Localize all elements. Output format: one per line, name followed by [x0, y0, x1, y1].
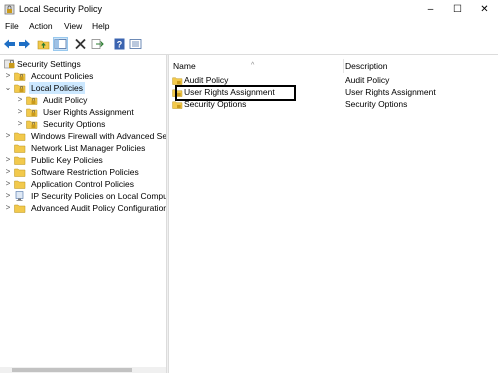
- expand-arrow-icon[interactable]: >: [4, 190, 12, 202]
- help-icon[interactable]: ?: [113, 38, 126, 50]
- scrollbar-thumb[interactable]: [12, 368, 132, 372]
- maximize-button[interactable]: ☐: [444, 0, 471, 19]
- folder-lock-icon: [172, 100, 183, 109]
- tree-label: Network List Manager Policies: [31, 143, 146, 153]
- folder-lock-icon: [14, 71, 26, 81]
- window-title: Local Security Policy: [19, 4, 103, 14]
- expand-arrow-icon[interactable]: >: [16, 106, 24, 118]
- tree-label: Security Options: [43, 119, 106, 129]
- expand-arrow-icon[interactable]: >: [4, 130, 12, 142]
- tree-label: Local Policies: [29, 82, 85, 94]
- security-policy-icon: [4, 4, 15, 15]
- folder-lock-icon: [172, 76, 183, 85]
- menu-help[interactable]: Help: [92, 21, 109, 31]
- show-hide-tree-icon[interactable]: [53, 37, 68, 51]
- toolbar: ?: [0, 34, 498, 55]
- tree-label: Advanced Audit Policy Configuration: [31, 203, 166, 213]
- properties-icon[interactable]: [129, 38, 142, 50]
- up-folder-icon[interactable]: [37, 38, 50, 50]
- expand-arrow-icon[interactable]: >: [4, 154, 12, 166]
- column-header-description[interactable]: Description: [341, 59, 495, 73]
- tree-label: User Rights Assignment: [43, 107, 134, 117]
- minimize-button[interactable]: –: [417, 0, 444, 19]
- expand-arrow-icon[interactable]: >: [4, 166, 12, 178]
- tree-label: Security Settings: [17, 59, 81, 69]
- close-button[interactable]: ✕: [471, 0, 498, 19]
- expand-arrow-icon[interactable]: >: [4, 178, 12, 190]
- sort-up-icon: ^: [251, 62, 255, 69]
- back-arrow-icon[interactable]: [3, 38, 16, 50]
- menu-file[interactable]: File: [5, 21, 19, 31]
- forward-arrow-icon[interactable]: [18, 38, 31, 50]
- svg-text:?: ?: [117, 40, 123, 50]
- list-item-description: Audit Policy: [345, 75, 390, 85]
- console-tree: Security Settings > Account Policies ⌄ L…: [0, 55, 166, 367]
- delete-icon[interactable]: [74, 38, 87, 50]
- column-header-label: Description: [345, 61, 388, 71]
- folder-lock-icon: [26, 107, 38, 117]
- folder-lock-icon: [26, 119, 38, 129]
- collapse-arrow-icon[interactable]: ⌄: [4, 82, 12, 94]
- folder-icon: [14, 131, 26, 141]
- column-header-name[interactable]: Name ^: [169, 59, 344, 73]
- folder-icon: [14, 155, 26, 165]
- tree-label: Software Restriction Policies: [31, 167, 139, 177]
- folder-icon: [14, 167, 26, 177]
- highlight-annotation-box: [175, 85, 296, 101]
- tree-label: IP Security Policies on Local Compute: [31, 191, 166, 201]
- menu-action[interactable]: Action: [29, 21, 53, 31]
- folder-icon: [14, 143, 26, 153]
- list-item-description: Security Options: [345, 99, 408, 109]
- expand-arrow-icon[interactable]: >: [4, 202, 12, 214]
- folder-icon: [14, 203, 26, 213]
- export-list-icon[interactable]: [91, 38, 104, 50]
- folder-icon: [14, 179, 26, 189]
- expand-arrow-icon[interactable]: >: [16, 118, 24, 130]
- tree-horizontal-scrollbar[interactable]: [0, 367, 166, 373]
- menu-bar: File Action View Help: [0, 19, 498, 34]
- tree-label: Application Control Policies: [31, 179, 134, 189]
- folder-lock-icon: [14, 83, 26, 93]
- expand-arrow-icon[interactable]: >: [4, 70, 12, 82]
- ip-security-icon: [14, 191, 26, 201]
- menu-view[interactable]: View: [64, 21, 82, 31]
- expand-arrow-icon[interactable]: >: [16, 94, 24, 106]
- details-pane: Name ^ Description Audit Policy Audit Po…: [169, 55, 498, 373]
- column-header-label: Name: [173, 61, 196, 71]
- tree-label: Windows Firewall with Advanced Sec: [31, 131, 166, 141]
- tree-label: Public Key Policies: [31, 155, 103, 165]
- tree-label: Account Policies: [31, 71, 94, 81]
- folder-lock-icon: [26, 95, 38, 105]
- title-bar: Local Security Policy – ☐ ✕: [0, 0, 498, 19]
- tree-label: Audit Policy: [43, 95, 88, 105]
- list-item-description: User Rights Assignment: [345, 87, 436, 97]
